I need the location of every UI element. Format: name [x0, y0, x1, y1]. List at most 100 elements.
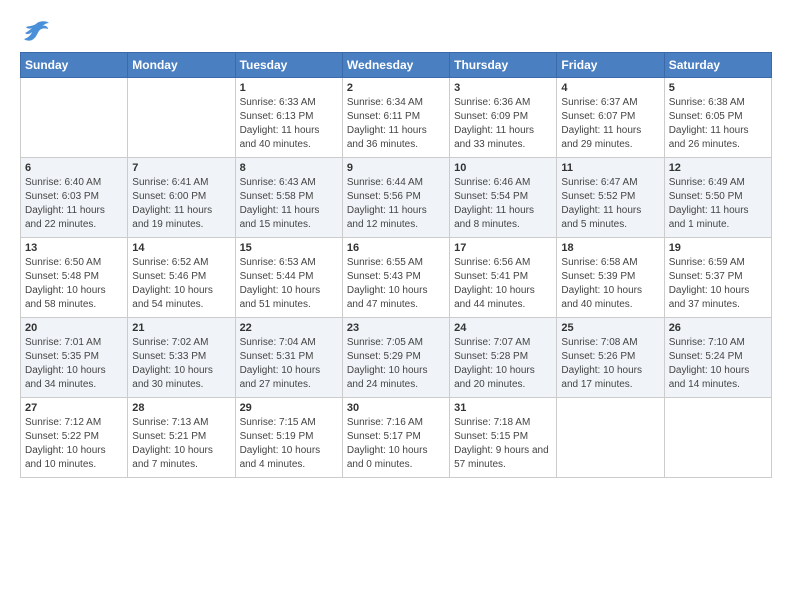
day-info: Sunrise: 6:56 AM Sunset: 5:41 PM Dayligh…: [454, 256, 552, 312]
day-number: 24: [454, 322, 552, 334]
day-number: 17: [454, 242, 552, 254]
day-number: 21: [132, 322, 230, 334]
calendar-cell: 15 Sunrise: 6:53 AM Sunset: 5:44 PM Dayli…: [235, 238, 342, 318]
calendar-cell: [128, 78, 235, 158]
day-number: 9: [347, 162, 445, 174]
calendar-cell: 13 Sunrise: 6:50 AM Sunset: 5:48 PM Dayli…: [21, 238, 128, 318]
page-header: [20, 20, 772, 42]
calendar-cell: 19 Sunrise: 6:59 AM Sunset: 5:37 PM Dayli…: [664, 238, 771, 318]
week-row-3: 13 Sunrise: 6:50 AM Sunset: 5:48 PM Dayli…: [21, 238, 772, 318]
week-row-4: 20 Sunrise: 7:01 AM Sunset: 5:35 PM Dayli…: [21, 318, 772, 398]
week-row-1: 1Sunrise: 6:33 AM Sunset: 6:13 PM Daylig…: [21, 78, 772, 158]
day-info: Sunrise: 7:02 AM Sunset: 5:33 PM Dayligh…: [132, 336, 230, 392]
calendar-cell: 7 Sunrise: 6:41 AM Sunset: 6:00 PM Daylig…: [128, 158, 235, 238]
day-info: Sunrise: 7:05 AM Sunset: 5:29 PM Dayligh…: [347, 336, 445, 392]
logo: [20, 20, 50, 42]
day-number: 29: [240, 402, 338, 414]
day-number: 28: [132, 402, 230, 414]
day-number: 2: [347, 82, 445, 94]
calendar-cell: 14Sunrise: 6:52 AM Sunset: 5:46 PM Dayli…: [128, 238, 235, 318]
day-info: Sunrise: 6:55 AM Sunset: 5:43 PM Dayligh…: [347, 256, 445, 312]
calendar-cell: 11 Sunrise: 6:47 AM Sunset: 5:52 PM Dayli…: [557, 158, 664, 238]
day-number: 31: [454, 402, 552, 414]
day-info: Sunrise: 6:50 AM Sunset: 5:48 PM Dayligh…: [25, 256, 123, 312]
calendar-cell: 20 Sunrise: 7:01 AM Sunset: 5:35 PM Dayli…: [21, 318, 128, 398]
day-number: 3: [454, 82, 552, 94]
calendar-cell: [21, 78, 128, 158]
day-info: Sunrise: 7:10 AM Sunset: 5:24 PM Dayligh…: [669, 336, 767, 392]
day-number: 23: [347, 322, 445, 334]
column-header-wednesday: Wednesday: [342, 53, 449, 78]
day-number: 27: [25, 402, 123, 414]
day-info: Sunrise: 6:38 AM Sunset: 6:05 PM Dayligh…: [669, 96, 767, 152]
day-info: Sunrise: 6:46 AM Sunset: 5:54 PM Dayligh…: [454, 176, 552, 232]
day-info: Sunrise: 6:52 AM Sunset: 5:46 PM Dayligh…: [132, 256, 230, 312]
calendar-cell: 4Sunrise: 6:37 AM Sunset: 6:07 PM Daylig…: [557, 78, 664, 158]
day-number: 15: [240, 242, 338, 254]
day-info: Sunrise: 6:59 AM Sunset: 5:37 PM Dayligh…: [669, 256, 767, 312]
calendar-cell: 6Sunrise: 6:40 AM Sunset: 6:03 PM Daylig…: [21, 158, 128, 238]
calendar-table: SundayMondayTuesdayWednesdayThursdayFrid…: [20, 52, 772, 478]
calendar-cell: 18 Sunrise: 6:58 AM Sunset: 5:39 PM Dayli…: [557, 238, 664, 318]
calendar-cell: 16 Sunrise: 6:55 AM Sunset: 5:43 PM Dayli…: [342, 238, 449, 318]
day-info: Sunrise: 7:18 AM Sunset: 5:15 PM Dayligh…: [454, 416, 552, 472]
day-number: 5: [669, 82, 767, 94]
day-info: Sunrise: 7:13 AM Sunset: 5:21 PM Dayligh…: [132, 416, 230, 472]
calendar-cell: 24 Sunrise: 7:07 AM Sunset: 5:28 PM Dayli…: [450, 318, 557, 398]
day-number: 26: [669, 322, 767, 334]
day-info: Sunrise: 6:43 AM Sunset: 5:58 PM Dayligh…: [240, 176, 338, 232]
day-number: 30: [347, 402, 445, 414]
logo-bird-icon: [22, 20, 50, 42]
column-header-tuesday: Tuesday: [235, 53, 342, 78]
day-info: Sunrise: 7:04 AM Sunset: 5:31 PM Dayligh…: [240, 336, 338, 392]
calendar-cell: 12 Sunrise: 6:49 AM Sunset: 5:50 PM Dayli…: [664, 158, 771, 238]
calendar-cell: 25 Sunrise: 7:08 AM Sunset: 5:26 PM Dayli…: [557, 318, 664, 398]
calendar-cell: 31 Sunrise: 7:18 AM Sunset: 5:15 PM Dayli…: [450, 398, 557, 478]
day-number: 11: [561, 162, 659, 174]
day-number: 7: [132, 162, 230, 174]
day-number: 6: [25, 162, 123, 174]
week-row-5: 27 Sunrise: 7:12 AM Sunset: 5:22 PM Dayli…: [21, 398, 772, 478]
day-info: Sunrise: 6:53 AM Sunset: 5:44 PM Dayligh…: [240, 256, 338, 312]
calendar-cell: 5 Sunrise: 6:38 AM Sunset: 6:05 PM Daylig…: [664, 78, 771, 158]
calendar-cell: 28 Sunrise: 7:13 AM Sunset: 5:21 PM Dayli…: [128, 398, 235, 478]
calendar-cell: 2Sunrise: 6:34 AM Sunset: 6:11 PM Daylig…: [342, 78, 449, 158]
day-number: 25: [561, 322, 659, 334]
day-number: 16: [347, 242, 445, 254]
column-header-monday: Monday: [128, 53, 235, 78]
day-number: 19: [669, 242, 767, 254]
day-info: Sunrise: 6:47 AM Sunset: 5:52 PM Dayligh…: [561, 176, 659, 232]
day-info: Sunrise: 6:44 AM Sunset: 5:56 PM Dayligh…: [347, 176, 445, 232]
day-number: 12: [669, 162, 767, 174]
calendar-cell: [664, 398, 771, 478]
column-header-sunday: Sunday: [21, 53, 128, 78]
day-number: 8: [240, 162, 338, 174]
column-header-friday: Friday: [557, 53, 664, 78]
day-info: Sunrise: 7:16 AM Sunset: 5:17 PM Dayligh…: [347, 416, 445, 472]
calendar-cell: 22Sunrise: 7:04 AM Sunset: 5:31 PM Dayli…: [235, 318, 342, 398]
day-number: 20: [25, 322, 123, 334]
calendar-cell: 21 Sunrise: 7:02 AM Sunset: 5:33 PM Dayli…: [128, 318, 235, 398]
day-number: 13: [25, 242, 123, 254]
calendar-cell: 26 Sunrise: 7:10 AM Sunset: 5:24 PM Dayli…: [664, 318, 771, 398]
day-info: Sunrise: 7:12 AM Sunset: 5:22 PM Dayligh…: [25, 416, 123, 472]
week-row-2: 6Sunrise: 6:40 AM Sunset: 6:03 PM Daylig…: [21, 158, 772, 238]
calendar-cell: 29 Sunrise: 7:15 AM Sunset: 5:19 PM Dayli…: [235, 398, 342, 478]
day-info: Sunrise: 7:01 AM Sunset: 5:35 PM Dayligh…: [25, 336, 123, 392]
calendar-cell: 10Sunrise: 6:46 AM Sunset: 5:54 PM Dayli…: [450, 158, 557, 238]
calendar-cell: 9 Sunrise: 6:44 AM Sunset: 5:56 PM Daylig…: [342, 158, 449, 238]
day-info: Sunrise: 7:08 AM Sunset: 5:26 PM Dayligh…: [561, 336, 659, 392]
day-info: Sunrise: 7:07 AM Sunset: 5:28 PM Dayligh…: [454, 336, 552, 392]
day-info: Sunrise: 6:49 AM Sunset: 5:50 PM Dayligh…: [669, 176, 767, 232]
calendar-cell: 30 Sunrise: 7:16 AM Sunset: 5:17 PM Dayli…: [342, 398, 449, 478]
column-header-thursday: Thursday: [450, 53, 557, 78]
day-info: Sunrise: 6:36 AM Sunset: 6:09 PM Dayligh…: [454, 96, 552, 152]
day-info: Sunrise: 7:15 AM Sunset: 5:19 PM Dayligh…: [240, 416, 338, 472]
day-info: Sunrise: 6:41 AM Sunset: 6:00 PM Dayligh…: [132, 176, 230, 232]
day-number: 1: [240, 82, 338, 94]
day-info: Sunrise: 6:58 AM Sunset: 5:39 PM Dayligh…: [561, 256, 659, 312]
day-number: 18: [561, 242, 659, 254]
calendar-cell: 17 Sunrise: 6:56 AM Sunset: 5:41 PM Dayli…: [450, 238, 557, 318]
calendar-cell: [557, 398, 664, 478]
header-row: SundayMondayTuesdayWednesdayThursdayFrid…: [21, 53, 772, 78]
